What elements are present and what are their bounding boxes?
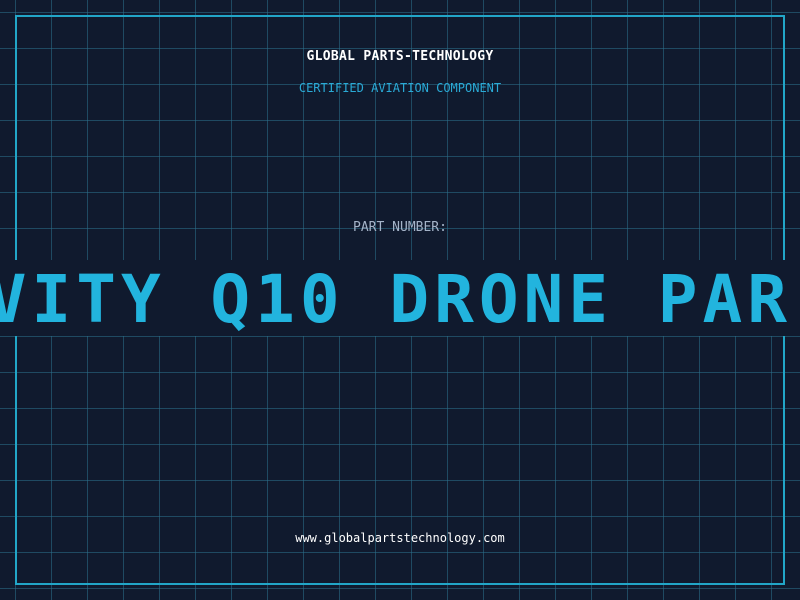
part-number-value: AVITY Q10 DRONE PAR [0, 261, 792, 337]
certificate-card: GLOBAL PARTS-TECHNOLOGY CERTIFIED AVIATI… [0, 0, 800, 600]
certification-tagline: CERTIFIED AVIATION COMPONENT [298, 81, 502, 95]
part-number-label: PART NUMBER: [353, 220, 447, 235]
website-url: www.globalpartstechnology.com [295, 531, 505, 545]
part-number-band: AVITY Q10 DRONE PAR [0, 260, 800, 336]
company-name: GLOBAL PARTS-TECHNOLOGY [306, 49, 494, 64]
